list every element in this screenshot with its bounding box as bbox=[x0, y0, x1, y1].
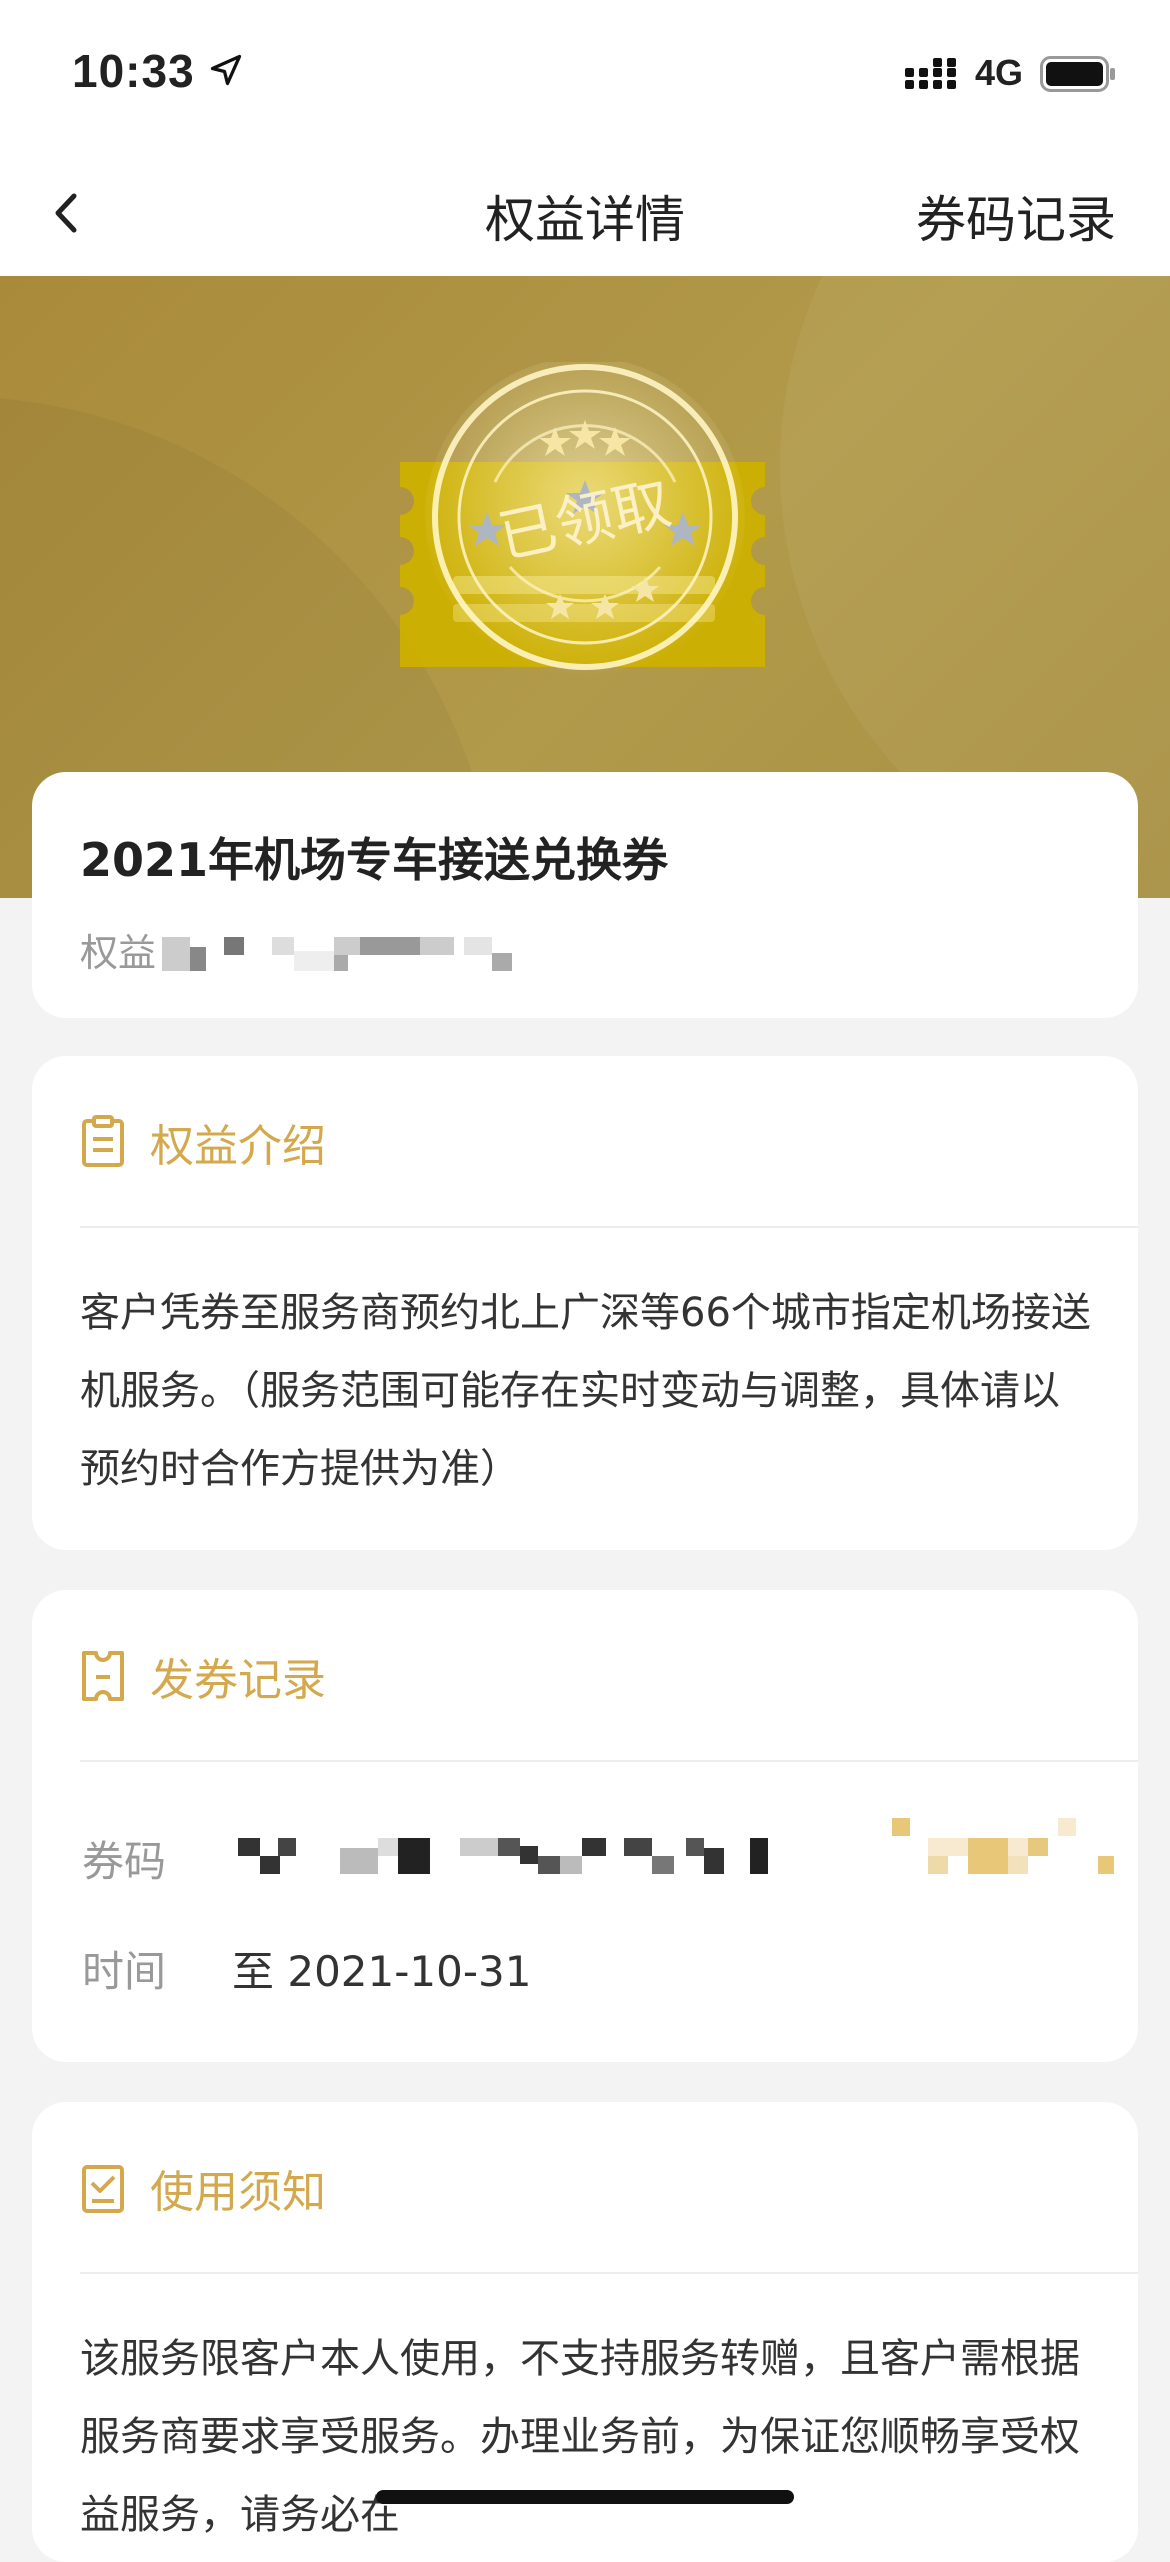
notice-heading: 使用须知 bbox=[150, 2167, 326, 2218]
benefit-name: 2021年机场专车接送兑换券 bbox=[80, 833, 669, 887]
benefit-sub-label: 权益 bbox=[80, 931, 157, 975]
notice-text: 该服务限客户本人使用，不支持服务转赠，且客户需根据服务商要求享受服务。办理业务前… bbox=[80, 2336, 1080, 2538]
issue-record-header: 发券记录 bbox=[80, 1648, 326, 1706]
location-arrow-icon bbox=[210, 54, 242, 86]
issue-record-heading: 发券记录 bbox=[150, 1655, 326, 1706]
checklist-icon bbox=[82, 2165, 124, 2213]
intro-heading: 权益介绍 bbox=[150, 1121, 326, 1172]
network-type: 4G bbox=[975, 52, 1024, 93]
notice-header: 使用须知 bbox=[80, 2160, 326, 2218]
intro-header: 权益介绍 bbox=[80, 1114, 326, 1172]
intro-card: 权益介绍 客户凭券至服务商预约北上广深等66个城市指定机场接送机服务。（服务范围… bbox=[32, 1056, 1138, 1550]
signal-icon bbox=[905, 58, 956, 89]
intro-text: 客户凭券至服务商预约北上广深等66个城市指定机场接送机服务。（服务范围可能存在实… bbox=[80, 1290, 1091, 1492]
battery-icon bbox=[1040, 56, 1115, 92]
status-time: 10:33 bbox=[72, 45, 195, 97]
divider bbox=[80, 1760, 1138, 1762]
ticket-icon bbox=[82, 1651, 124, 1701]
time-label: 时间 bbox=[82, 1947, 167, 1996]
coupon-claimed-stamp-icon: 已领取 bbox=[400, 362, 765, 677]
time-value: 至 2021-10-31 bbox=[232, 1947, 532, 1996]
divider bbox=[80, 1226, 1138, 1228]
coupon-code-label: 券码 bbox=[82, 1837, 167, 1886]
benefit-title-card: 2021年机场专车接送兑换券 权益 bbox=[32, 772, 1138, 1018]
coupon-code-record-link[interactable]: 券码记录 bbox=[916, 180, 1116, 252]
home-indicator[interactable] bbox=[376, 2490, 794, 2504]
nav-bar: 权益详情 券码记录 bbox=[0, 150, 1170, 276]
clipboard-icon bbox=[82, 1115, 124, 1167]
issue-record-card: 发券记录 券码 时间 至 2021-10-31 bbox=[32, 1590, 1138, 2062]
divider bbox=[80, 2272, 1138, 2274]
status-bar: 10:33 4G bbox=[0, 0, 1170, 150]
